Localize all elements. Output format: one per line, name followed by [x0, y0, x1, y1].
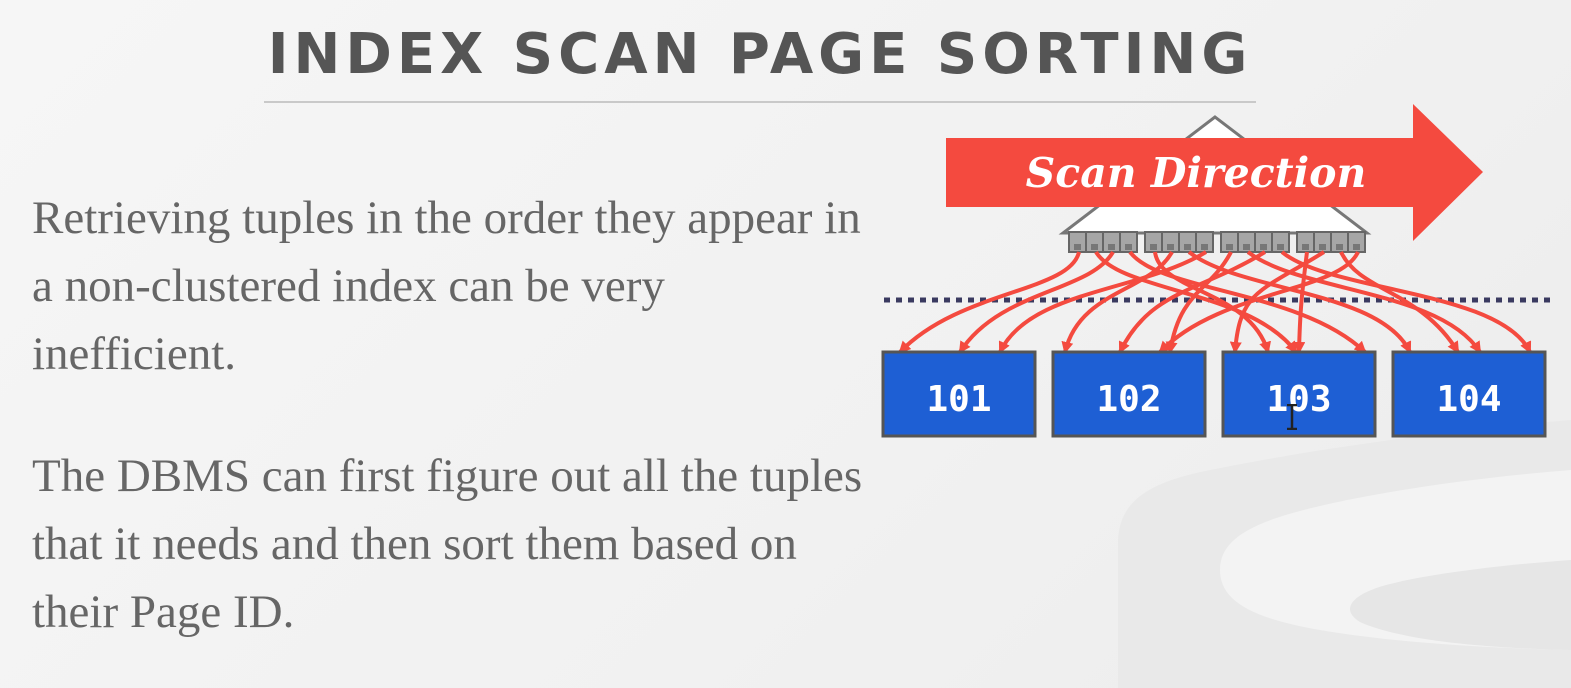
- leaf-slot-pointer: [1074, 244, 1081, 250]
- index-scan-diagram: Scan Direction 101 102 103 104: [881, 104, 1550, 438]
- page-102: 102: [1051, 350, 1207, 438]
- leaf-slot-pointer: [1260, 244, 1267, 250]
- leaf-slot-pointer: [1319, 244, 1326, 250]
- index-leaf-nodes: [1068, 231, 1366, 253]
- leaf-slot-pointer: [1108, 244, 1115, 250]
- page-103: 103: [1221, 350, 1377, 438]
- page-104: 104: [1391, 350, 1547, 438]
- page-label: 101: [926, 379, 991, 420]
- scan-direction-label: Scan Direction: [1026, 149, 1367, 197]
- leaf-slot-pointer: [1302, 244, 1309, 250]
- leaf-slot-pointer: [1336, 244, 1343, 250]
- index-leaf-node: [1144, 231, 1214, 253]
- leaf-slot-pointer: [1091, 244, 1098, 250]
- leaf-slot-pointer: [1167, 244, 1174, 250]
- leaf-slot-pointer: [1125, 244, 1132, 250]
- leaf-slot-pointer: [1226, 244, 1233, 250]
- page-label: 103: [1266, 379, 1331, 420]
- page-label: 104: [1436, 379, 1501, 420]
- text-cursor-icon: [1287, 404, 1297, 430]
- leaf-slot-pointer: [1184, 244, 1191, 250]
- leaf-slot-pointer: [1201, 244, 1208, 250]
- index-leaf-node: [1296, 231, 1366, 253]
- leaf-slot-pointer: [1150, 244, 1157, 250]
- leaf-slot-pointer: [1243, 244, 1250, 250]
- index-leaf-node: [1220, 231, 1290, 253]
- leaf-slot-pointer: [1353, 244, 1360, 250]
- index-leaf-node: [1068, 231, 1138, 253]
- leaf-slot-pointer: [1277, 244, 1284, 250]
- page-101: 101: [881, 350, 1037, 438]
- page-label: 102: [1096, 379, 1161, 420]
